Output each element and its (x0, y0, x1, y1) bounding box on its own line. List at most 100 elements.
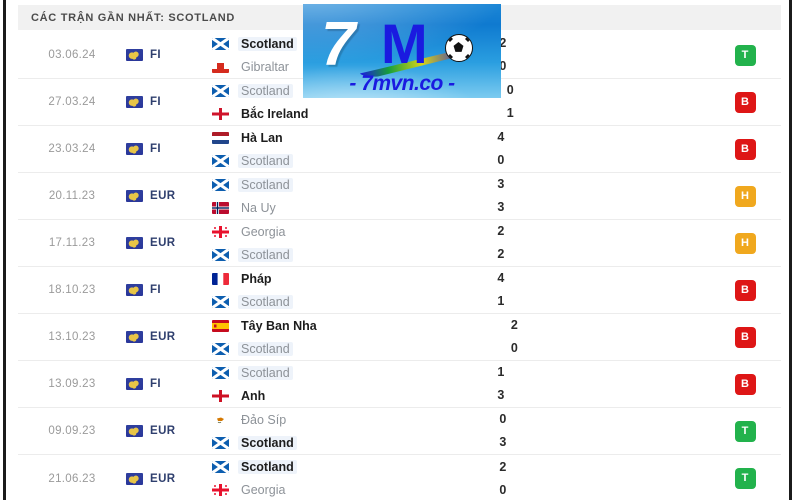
home-team: Tây Ban Nha (212, 318, 439, 333)
home-score: 2 (510, 318, 518, 332)
away-team-name: Scotland (238, 435, 297, 450)
away-team: Georgia (212, 483, 428, 498)
spain-flag-icon (212, 319, 229, 332)
competition-cell[interactable]: EUR (126, 237, 208, 249)
away-score: 3 (497, 388, 505, 402)
competition-cell[interactable]: FI (126, 378, 208, 390)
home-score: 4 (497, 271, 505, 285)
table-row[interactable]: 20.11.23 EUR Scotland Na Uy 3 3 H (18, 173, 781, 220)
scotland-flag-icon (212, 461, 229, 473)
match-date: 13.09.23 (48, 378, 96, 390)
status-badge: B (734, 138, 756, 160)
home-team: Scotland (212, 460, 428, 475)
result-cell: B (709, 373, 781, 395)
watermark-brand-letter: M (381, 12, 428, 75)
away-team: Anh (212, 388, 426, 403)
away-team-name: Na Uy (241, 200, 276, 215)
score-cell: 2 0 (439, 318, 589, 356)
soccer-ball-icon (445, 34, 473, 62)
competition-flag-icon (126, 143, 143, 155)
away-team: Scotland (212, 294, 426, 309)
competition-label: EUR (150, 472, 176, 485)
match-date: 18.10.23 (48, 284, 96, 296)
scotland-flag-icon (212, 37, 229, 50)
norway-flag-icon (212, 201, 229, 214)
table-row[interactable]: 13.10.23 EUR Tây Ban Nha Scotland 2 0 B (18, 314, 781, 361)
status-badge: B (734, 373, 756, 395)
teams-cell: Scotland Georgia (208, 460, 428, 498)
score-cell: 2 2 (426, 224, 576, 262)
competition-label: EUR (150, 237, 176, 249)
away-score: 3 (499, 435, 507, 449)
competition-cell[interactable]: EUR (126, 331, 208, 343)
competition-cell[interactable]: FI (126, 284, 208, 296)
match-date: 17.11.23 (48, 237, 96, 249)
home-team-name: Scotland (238, 365, 293, 380)
away-score: 0 (497, 153, 505, 167)
status-badge: T (734, 44, 756, 66)
competition-cell[interactable]: FI (126, 49, 208, 61)
match-date: 20.11.23 (48, 190, 96, 202)
competition-label: FI (150, 284, 162, 296)
match-list: 03.06.24 FI Scotland Gibraltar 2 0 T 27.… (18, 32, 781, 500)
scotland-flag-icon (212, 436, 229, 449)
status-badge: H (734, 232, 756, 254)
table-row[interactable]: 23.03.24 FI Hà Lan Scotland 4 0 B (18, 126, 781, 173)
away-team: Scotland (212, 341, 439, 356)
status-badge: B (734, 279, 756, 301)
status-badge: B (734, 91, 756, 113)
match-date: 03.06.24 (48, 49, 96, 61)
netherlands-flag-icon (212, 131, 229, 144)
result-cell: B (709, 91, 781, 113)
home-team: Pháp (212, 271, 426, 286)
away-team-name: Scotland (238, 294, 293, 309)
competition-flag-icon (126, 472, 143, 485)
table-row[interactable]: 17.11.23 EUR Georgia Scotland 2 2 H (18, 220, 781, 267)
table-row[interactable]: 09.09.23 EUR Đảo Síp Scotland 0 3 T (18, 408, 781, 455)
away-team-name: Scotland (238, 153, 293, 168)
home-team-name: Scotland (238, 177, 293, 192)
score-cell: 3 3 (426, 177, 576, 215)
page-frame-right-edge (789, 0, 792, 500)
result-cell: H (709, 232, 781, 254)
score-cell: 4 0 (426, 130, 576, 168)
scotland-flag-icon (212, 295, 229, 308)
watermark-url: - 7mvn.co - (349, 72, 455, 95)
scotland-flag-icon (212, 248, 229, 261)
watermark-brand-number: 7 (321, 10, 356, 79)
home-team: Scotland (212, 177, 426, 192)
england-flag-icon (212, 389, 229, 402)
table-row[interactable]: 18.10.23 FI Pháp Scotland 4 1 B (18, 267, 781, 314)
result-cell: T (709, 420, 781, 442)
away-team: Bắc Ireland (212, 106, 435, 121)
france-flag-icon (212, 272, 229, 285)
away-score: 1 (506, 106, 514, 120)
competition-flag-icon (126, 378, 143, 390)
gibraltar-flag-icon (212, 60, 229, 73)
away-score: 1 (497, 294, 505, 308)
away-team: Scotland (212, 153, 426, 168)
away-team-name: Scotland (238, 247, 293, 262)
competition-flag-icon (126, 49, 143, 61)
competition-cell[interactable]: EUR (126, 425, 208, 437)
status-badge: B (734, 326, 756, 348)
competition-label: FI (150, 143, 162, 155)
score-cell: 2 0 (428, 460, 578, 498)
home-team-name: Georgia (241, 224, 286, 239)
competition-cell[interactable]: FI (126, 96, 208, 108)
home-score: 2 (499, 459, 507, 474)
status-badge: H (734, 185, 756, 207)
table-row[interactable]: 21.06.23 EUR Scotland Georgia 2 0 T (18, 455, 781, 500)
home-team-name: Scotland (238, 36, 297, 51)
competition-cell[interactable]: FI (126, 143, 208, 155)
status-badge: T (734, 468, 756, 489)
table-row[interactable]: 13.09.23 FI Scotland Anh 1 3 B (18, 361, 781, 408)
home-score: 1 (497, 365, 505, 379)
home-score: 3 (497, 177, 505, 191)
competition-cell[interactable]: EUR (126, 472, 208, 485)
competition-flag-icon (126, 331, 143, 343)
result-cell: T (709, 468, 781, 489)
competition-flag-icon (126, 237, 143, 249)
home-team: Hà Lan (212, 130, 426, 145)
competition-cell[interactable]: EUR (126, 190, 208, 202)
